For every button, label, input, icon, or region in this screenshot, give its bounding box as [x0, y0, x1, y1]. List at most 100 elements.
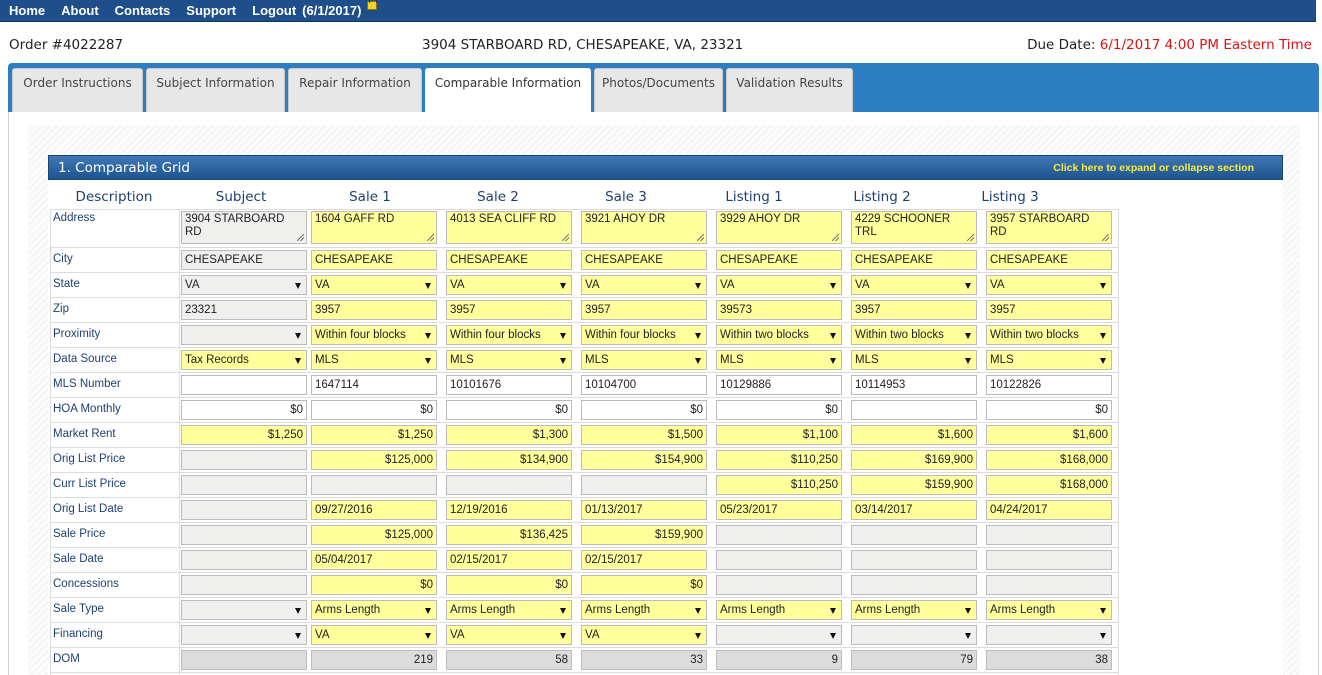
number-field[interactable]: $125,000 — [311, 525, 437, 545]
dropdown-arrow-icon[interactable] — [1100, 333, 1106, 339]
tab-photos-documents[interactable]: Photos/Documents — [594, 68, 723, 112]
dropdown-arrow-icon[interactable] — [295, 283, 301, 289]
number-field[interactable] — [446, 475, 572, 495]
text-field[interactable]: 10101676 — [446, 375, 572, 395]
dropdown-arrow-icon[interactable] — [560, 358, 566, 364]
number-field[interactable]: $0 — [181, 400, 307, 420]
address-field[interactable]: 3929 AHOY DR — [716, 211, 842, 244]
number-field[interactable] — [181, 575, 307, 595]
dropdown-arrow-icon[interactable] — [1100, 358, 1106, 364]
tab-order-instructions[interactable]: Order Instructions — [12, 68, 143, 112]
text-field[interactable]: 10104700 — [581, 375, 707, 395]
resize-grip-icon[interactable] — [697, 234, 704, 241]
number-field[interactable]: $154,900 — [581, 450, 707, 470]
resize-grip-icon[interactable] — [297, 234, 304, 241]
number-field[interactable]: $0 — [581, 400, 707, 420]
dropdown-arrow-icon[interactable] — [295, 608, 301, 614]
text-field[interactable]: CHESAPEAKE — [446, 250, 572, 270]
address-field[interactable]: 3921 AHOY DR — [581, 211, 707, 244]
dropdown-arrow-icon[interactable] — [695, 283, 701, 289]
number-field[interactable]: $0 — [311, 575, 437, 595]
number-field[interactable]: $0 — [446, 400, 572, 420]
select-field[interactable]: VA — [986, 275, 1112, 295]
dropdown-arrow-icon[interactable] — [830, 608, 836, 614]
text-field[interactable] — [986, 550, 1112, 570]
nav-support[interactable]: Support — [186, 3, 236, 18]
number-field[interactable]: $168,000 — [986, 475, 1112, 495]
text-field[interactable]: 3957 — [446, 300, 572, 320]
tab-comparable-information[interactable]: Comparable Information — [425, 68, 591, 113]
text-field[interactable]: CHESAPEAKE — [311, 250, 437, 270]
nav-logout[interactable]: Logout — [252, 3, 296, 18]
select-field[interactable]: VA — [581, 625, 707, 645]
number-field[interactable]: $0 — [311, 400, 437, 420]
dropdown-arrow-icon[interactable] — [425, 633, 431, 639]
text-field[interactable]: CHESAPEAKE — [986, 250, 1112, 270]
dropdown-arrow-icon[interactable] — [425, 283, 431, 289]
number-field[interactable] — [581, 475, 707, 495]
dropdown-arrow-icon[interactable] — [695, 633, 701, 639]
dropdown-arrow-icon[interactable] — [830, 333, 836, 339]
dropdown-arrow-icon[interactable] — [295, 633, 301, 639]
select-field[interactable]: VA — [311, 275, 437, 295]
dropdown-arrow-icon[interactable] — [295, 358, 301, 364]
text-field[interactable]: CHESAPEAKE — [181, 250, 307, 270]
select-field[interactable]: MLS — [311, 350, 437, 370]
select-field[interactable]: Within two blocks — [986, 325, 1112, 345]
number-field[interactable]: $168,000 — [986, 450, 1112, 470]
address-field[interactable]: 3957 STARBOARD RD — [986, 211, 1112, 244]
number-field[interactable] — [181, 450, 307, 470]
number-field[interactable]: $1,250 — [311, 425, 437, 445]
text-field[interactable]: 1647114 — [311, 375, 437, 395]
address-field[interactable]: 4013 SEA CLIFF RD — [446, 211, 572, 244]
text-field[interactable] — [181, 550, 307, 570]
number-field[interactable]: $159,900 — [581, 525, 707, 545]
number-field[interactable] — [986, 525, 1112, 545]
select-field[interactable] — [181, 600, 307, 620]
number-field[interactable]: $1,600 — [986, 425, 1112, 445]
text-field[interactable]: 01/13/2017 — [581, 500, 707, 520]
text-field[interactable]: 02/15/2017 — [446, 550, 572, 570]
number-field[interactable]: $1,600 — [851, 425, 977, 445]
tab-validation-results[interactable]: Validation Results — [726, 68, 853, 112]
address-field[interactable]: 3904 STARBOARD RD — [181, 211, 307, 244]
number-field[interactable] — [716, 575, 842, 595]
select-field[interactable] — [181, 625, 307, 645]
select-field[interactable]: Within two blocks — [716, 325, 842, 345]
text-field[interactable]: 10129886 — [716, 375, 842, 395]
dropdown-arrow-icon[interactable] — [830, 358, 836, 364]
dropdown-arrow-icon[interactable] — [695, 333, 701, 339]
dropdown-arrow-icon[interactable] — [560, 608, 566, 614]
number-field[interactable]: $1,300 — [446, 425, 572, 445]
text-field[interactable]: 3957 — [311, 300, 437, 320]
select-field[interactable]: Arms Length — [716, 600, 842, 620]
text-field[interactable]: CHESAPEAKE — [851, 250, 977, 270]
text-field[interactable]: CHESAPEAKE — [581, 250, 707, 270]
select-field[interactable]: MLS — [446, 350, 572, 370]
dropdown-arrow-icon[interactable] — [425, 358, 431, 364]
text-field[interactable]: 05/04/2017 — [311, 550, 437, 570]
resize-grip-icon[interactable] — [832, 234, 839, 241]
text-field[interactable]: 05/23/2017 — [716, 500, 842, 520]
select-field[interactable]: Arms Length — [851, 600, 977, 620]
text-field[interactable]: 03/14/2017 — [851, 500, 977, 520]
text-field[interactable]: 23321 — [181, 300, 307, 320]
number-field[interactable] — [851, 575, 977, 595]
text-field[interactable]: 10114953 — [851, 375, 977, 395]
section-header[interactable]: 1. Comparable Grid Click here to expand … — [48, 155, 1283, 180]
text-field[interactable]: 3957 — [851, 300, 977, 320]
number-field[interactable] — [986, 575, 1112, 595]
text-field[interactable] — [851, 550, 977, 570]
expand-collapse-link[interactable]: Click here to expand or collapse section — [1053, 162, 1254, 174]
dropdown-arrow-icon[interactable] — [695, 608, 701, 614]
select-field[interactable] — [716, 625, 842, 645]
select-field[interactable]: VA — [446, 275, 572, 295]
select-field[interactable]: Arms Length — [581, 600, 707, 620]
number-field[interactable] — [851, 400, 977, 420]
number-field[interactable]: $169,900 — [851, 450, 977, 470]
number-field[interactable]: $125,000 — [311, 450, 437, 470]
number-field[interactable] — [311, 475, 437, 495]
number-field[interactable]: $1,250 — [181, 425, 307, 445]
number-field[interactable] — [181, 475, 307, 495]
lock-icon[interactable] — [367, 0, 378, 10]
